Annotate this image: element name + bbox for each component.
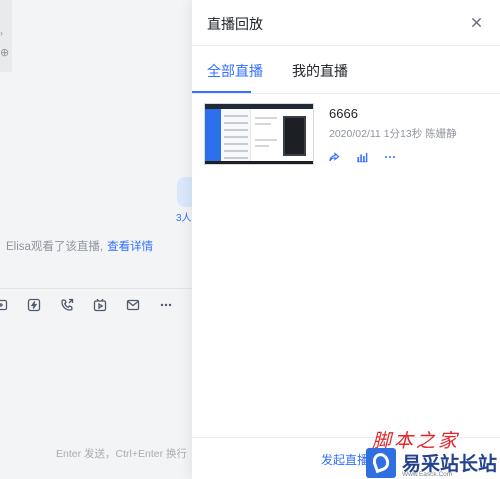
watermark: 脚本之家 易采站长站 Www.Easck.Com: [366, 426, 500, 479]
close-icon[interactable]: [468, 14, 484, 30]
panel-title: 直播回放: [207, 16, 263, 32]
more-icon[interactable]: [159, 298, 173, 312]
chevron-icon[interactable]: ›: [0, 28, 3, 38]
call-icon[interactable]: [60, 298, 74, 312]
view-notice-text: Elisa观看了该直播,: [6, 241, 104, 253]
replay-meta: 2020/02/11 1分13秒 陈姗静: [329, 128, 457, 140]
add-circle-icon[interactable]: ⊕: [0, 46, 9, 59]
tab-all-lives[interactable]: 全部直播: [207, 61, 263, 81]
more-icon[interactable]: [384, 151, 396, 163]
view-notice: Elisa观看了该直播, 查看详情: [6, 238, 153, 254]
message-bubble[interactable]: [177, 177, 193, 207]
stats-icon[interactable]: [356, 151, 368, 163]
replay-thumbnail[interactable]: [204, 103, 314, 165]
chat-area: › ⊕ 3人 Elisa观看了该直播, 查看详情 Enter 发送，Ctrl+En…: [0, 0, 193, 479]
input-toolbar: [0, 296, 192, 314]
watermark-logo-icon: [366, 448, 396, 478]
replay-item[interactable]: 6666 2020/02/11 1分13秒 陈姗静: [204, 103, 494, 167]
active-tab-indicator: [192, 91, 251, 93]
screenshot-icon[interactable]: [0, 298, 8, 312]
lightning-icon[interactable]: [27, 298, 41, 312]
input-hint[interactable]: Enter 发送，Ctrl+Enter 换行: [56, 446, 187, 461]
watermark-url: Www.Easck.Com: [402, 471, 453, 478]
live-icon[interactable]: [93, 298, 107, 312]
start-live-button[interactable]: 发起直播: [321, 451, 369, 468]
replay-actions: [328, 151, 412, 163]
read-count[interactable]: 3人: [176, 209, 192, 224]
replay-title: 6666: [329, 106, 358, 121]
view-details-link[interactable]: 查看详情: [107, 241, 153, 253]
tab-bar: 全部直播 我的直播: [192, 46, 500, 94]
panel-header: 直播回放: [192, 0, 500, 46]
share-icon[interactable]: [328, 151, 340, 163]
toolbar-divider: [0, 288, 192, 289]
live-replay-panel: 直播回放 全部直播 我的直播 6666 2020/02/11 1分13秒 陈姗静: [192, 0, 500, 479]
tab-my-lives[interactable]: 我的直播: [292, 61, 348, 81]
mail-icon[interactable]: [126, 298, 140, 312]
